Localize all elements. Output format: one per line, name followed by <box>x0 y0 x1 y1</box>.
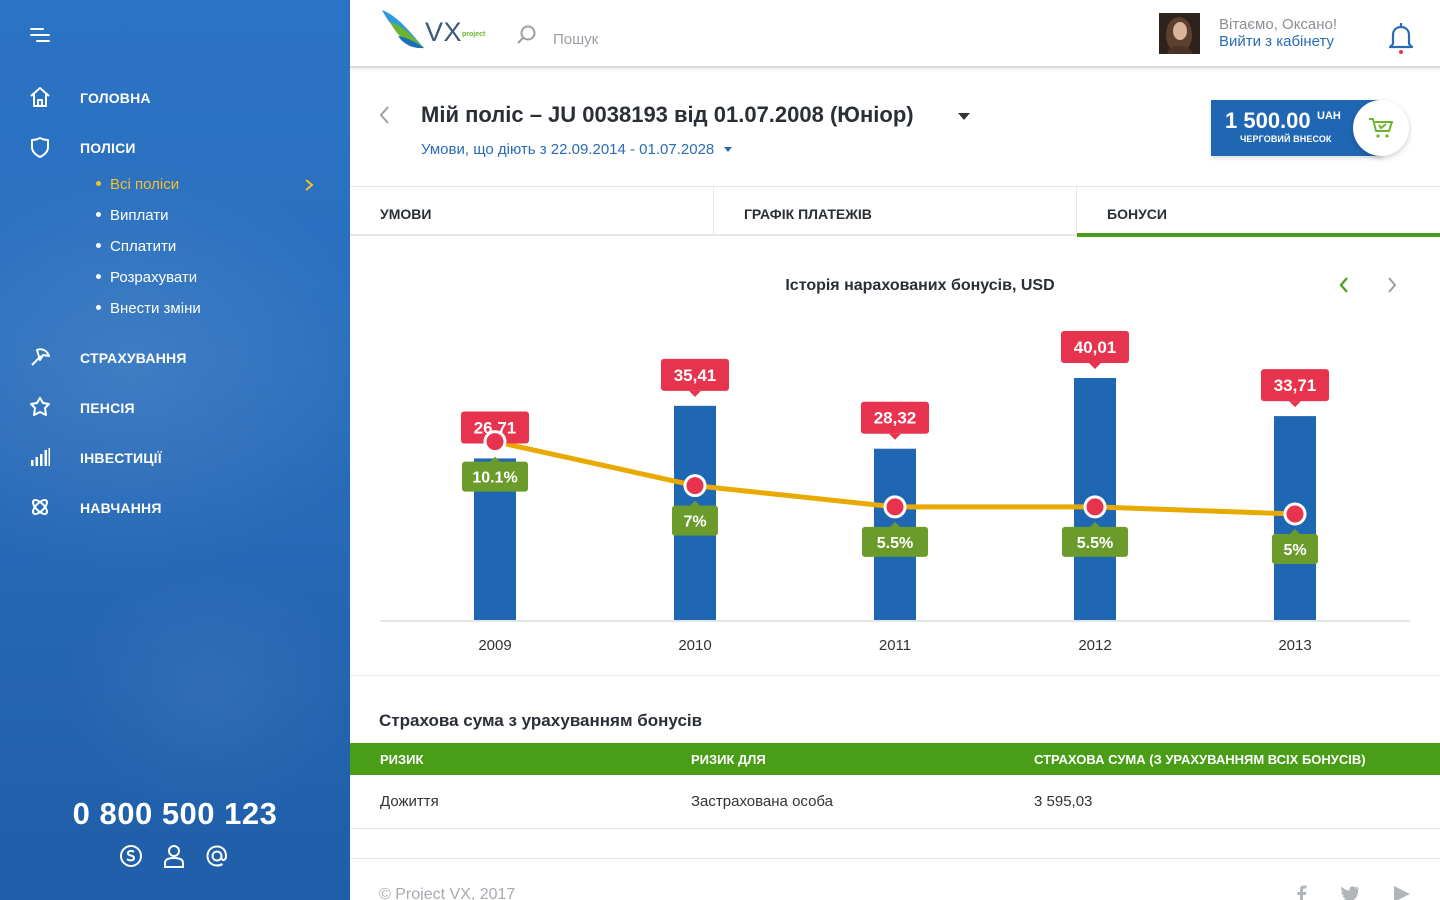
twitter-icon[interactable] <box>1340 884 1360 900</box>
bar-label-pointer-2010 <box>689 390 701 397</box>
x-tick-2011: 2011 <box>879 637 911 654</box>
rate-label-2012: 5.5% <box>1077 535 1113 552</box>
nav-label: ПОЛІСИ <box>80 140 136 156</box>
search-icon[interactable] <box>515 24 537 46</box>
policy-dropdown-caret-icon[interactable] <box>958 113 970 120</box>
rate-label-2011: 5.5% <box>877 535 913 552</box>
tab-conditions[interactable]: УМОВИ <box>350 187 714 235</box>
cell-risk: Дожиття <box>380 793 439 810</box>
top-header: VX project Вітаємо, Оксано! Вийти з кабі… <box>350 0 1440 68</box>
hotline-phone[interactable]: 0 800 500 123 <box>0 796 350 832</box>
user-icon[interactable] <box>161 843 187 869</box>
greeting-text: Вітаємо, Оксано! <box>1219 16 1338 33</box>
bar-label-2013: 33,71 <box>1274 376 1317 395</box>
bar-label-2012: 40,01 <box>1074 338 1117 357</box>
rate-point-2010 <box>683 474 707 498</box>
umbrella-icon <box>28 345 52 369</box>
policy-title: Мій поліс – JU 0038193 від 01.07.2008 (Ю… <box>421 102 914 127</box>
search-input[interactable] <box>553 28 853 50</box>
nav-label: НАВЧАННЯ <box>80 500 162 516</box>
payment-currency: UAH <box>1317 110 1341 122</box>
cart-button[interactable] <box>1353 100 1409 156</box>
nav-label: ІНВЕСТИЦІЇ <box>80 450 162 466</box>
payment-amount: 1 500.00 <box>1225 108 1311 133</box>
logo-text: VX <box>425 17 463 47</box>
sidebar: ГОЛОВНА ПОЛІСИ Всі поліси Виплати Сплати… <box>0 0 350 900</box>
bar-chart-icon <box>28 445 52 469</box>
bar-label-pointer-2011 <box>889 433 901 440</box>
facebook-icon[interactable] <box>1292 884 1312 900</box>
rate-point-2013 <box>1283 502 1307 526</box>
cell-risk-for: Застрахована особа <box>691 793 834 810</box>
nav-item-investments[interactable]: ІНВЕСТИЦІЇ <box>28 442 162 472</box>
x-tick-2013: 2013 <box>1278 637 1311 654</box>
sub-item-all-policies[interactable]: Всі поліси <box>96 176 179 193</box>
rate-point-2009 <box>483 430 507 454</box>
rate-label-2013: 5% <box>1283 542 1306 559</box>
nav-label: ГОЛОВНА <box>80 90 151 106</box>
nav-item-policies[interactable]: ПОЛІСИ <box>28 132 136 162</box>
tab-bar: УМОВИ ГРАФІК ПЛАТЕЖІВ БОНУСИ <box>350 186 1440 237</box>
chart-next-icon[interactable] <box>1385 275 1399 295</box>
bell-icon[interactable] <box>1387 20 1415 56</box>
sub-item-calculate[interactable]: Розрахувати <box>96 269 197 286</box>
sub-item-payouts[interactable]: Виплати <box>96 207 169 224</box>
back-chevron-icon[interactable] <box>377 104 391 126</box>
x-tick-2010: 2010 <box>678 637 711 654</box>
cell-sum: 3 595,03 <box>1034 793 1093 810</box>
atom-icon <box>28 495 52 519</box>
chevron-right-icon <box>305 179 314 191</box>
nav-label: СТРАХУВАННЯ <box>80 350 187 366</box>
logout-link[interactable]: Вийти з кабінету <box>1219 33 1334 50</box>
table-row: Дожиття Застрахована особа 3 595,03 <box>350 775 1440 829</box>
at-icon[interactable] <box>204 843 230 869</box>
sub-item-pay[interactable]: Сплатити <box>96 238 176 255</box>
avatar[interactable] <box>1159 13 1200 54</box>
col-header-risk-for: РИЗИК ДЛЯ <box>691 752 766 767</box>
bar-label-pointer-2013 <box>1289 401 1301 408</box>
x-tick-2009: 2009 <box>478 637 511 654</box>
chart-prev-icon[interactable] <box>1337 275 1351 295</box>
rate-point-2011 <box>883 495 907 519</box>
nav-item-home[interactable]: ГОЛОВНА <box>28 82 151 112</box>
bar-label-pointer-2012 <box>1089 363 1101 369</box>
col-header-risk: РИЗИК <box>380 752 424 767</box>
rate-label-2010: 7% <box>683 514 706 531</box>
shield-icon <box>28 135 52 159</box>
bonus-chart: 26,7110.1%200935,417%201028,325.5%201140… <box>380 331 1410 654</box>
copyright: © Project VX, 2017 <box>379 886 516 900</box>
conditions-dropdown[interactable]: Умови, що діють з 22.09.2014 - 01.07.202… <box>421 141 733 158</box>
col-header-sum: СТРАХОВА СУМА (З УРАХУВАННЯМ ВСІХ БОНУСІ… <box>1034 752 1366 767</box>
youtube-icon[interactable] <box>1391 884 1411 900</box>
caret-down-icon <box>724 146 733 152</box>
home-icon <box>28 85 52 109</box>
nav-item-learning[interactable]: НАВЧАННЯ <box>28 492 161 522</box>
nav-item-insurance[interactable]: СТРАХУВАННЯ <box>28 342 186 372</box>
sub-item-change[interactable]: Внести зміни <box>96 300 201 317</box>
nav-item-pension[interactable]: ПЕНСІЯ <box>28 392 135 422</box>
flower-icon <box>28 395 52 419</box>
skype-icon[interactable] <box>118 843 144 869</box>
cart-icon <box>1369 118 1393 138</box>
x-tick-2012: 2012 <box>1078 637 1111 654</box>
rate-label-2009: 10.1% <box>472 470 517 487</box>
menu-icon[interactable] <box>30 26 52 44</box>
table-header: РИЗИК РИЗИК ДЛЯ СТРАХОВА СУМА (З УРАХУВА… <box>350 743 1440 775</box>
tab-payment-schedule[interactable]: ГРАФІК ПЛАТЕЖІВ <box>714 187 1077 235</box>
table-title: Страхова сума з урахуванням бонусів <box>379 711 703 730</box>
bar-label-2010: 35,41 <box>674 366 717 385</box>
bar-label-2011: 28,32 <box>874 409 917 428</box>
rate-point-2012 <box>1083 495 1107 519</box>
nav-label: ПЕНСІЯ <box>80 400 135 416</box>
payment-label: ЧЕРГОВИЙ ВНЕСОК <box>1240 134 1332 144</box>
logo-subtitle: project <box>462 31 486 38</box>
tab-bonuses[interactable]: БОНУСИ <box>1077 187 1440 237</box>
chart-title: Історія нарахованих бонусів, USD <box>785 277 1055 294</box>
